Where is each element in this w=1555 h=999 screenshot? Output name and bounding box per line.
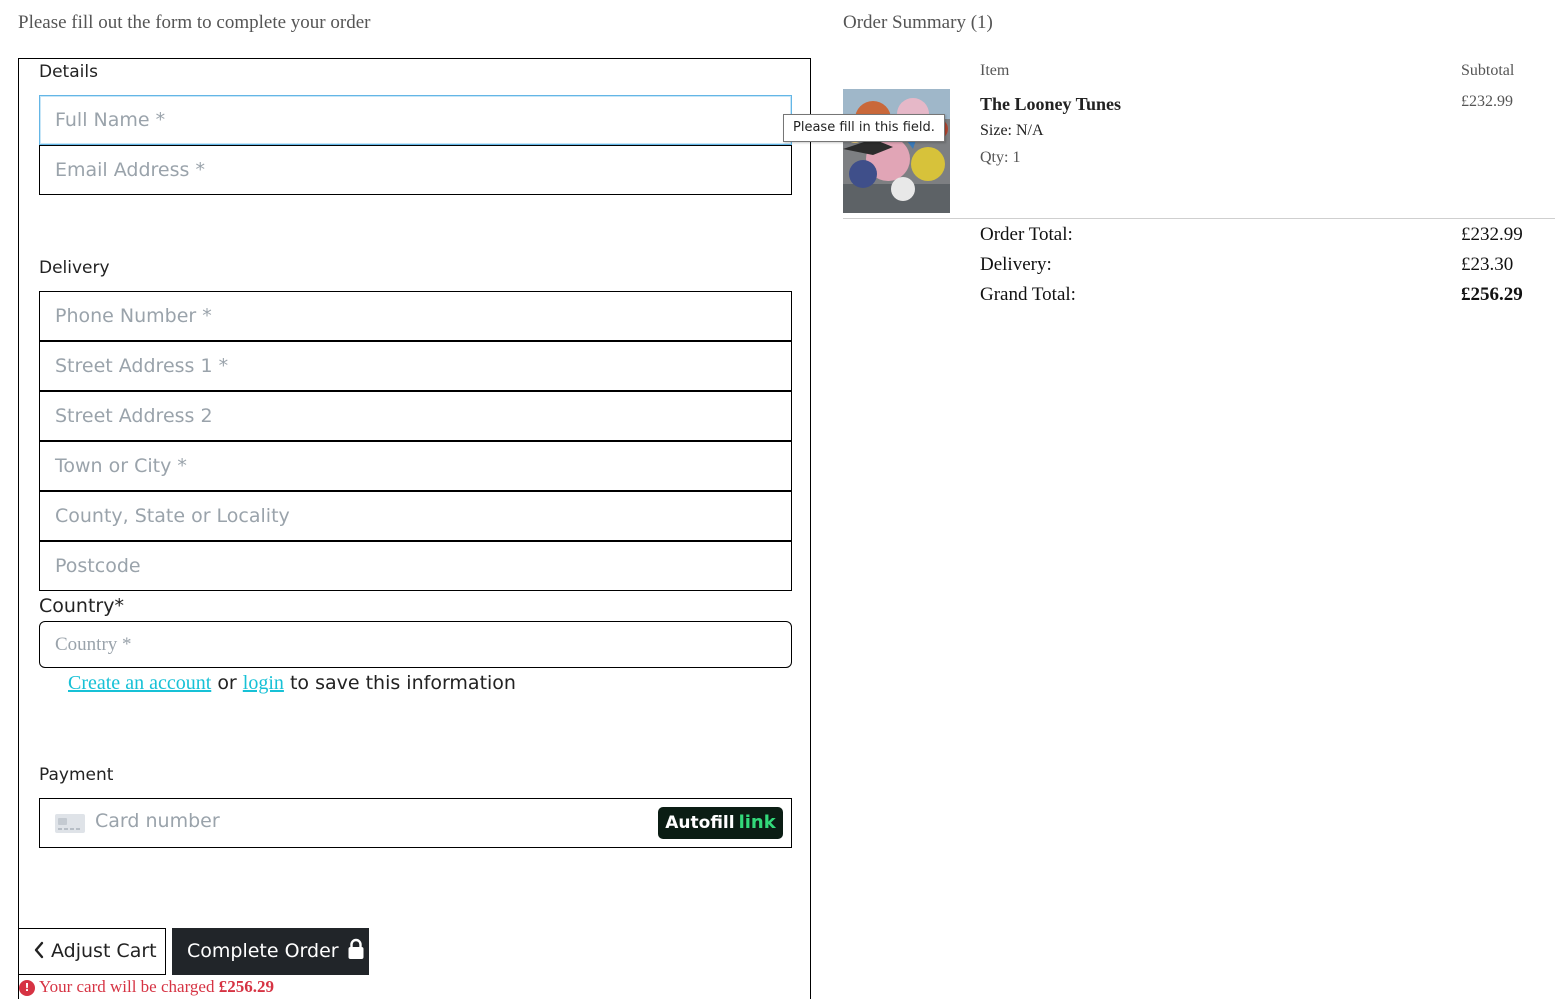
login-link[interactable]: login [243,672,284,694]
lock-icon [348,938,364,959]
delivery-label: Delivery: [980,254,1052,275]
save-info-text: Create an account or login to save this … [68,672,516,695]
create-account-link[interactable]: Create an account [68,672,211,694]
validation-tooltip: Please fill in this field. [783,114,945,142]
charge-warning-text: Your card will be charged [39,977,215,996]
adjust-cart-button[interactable]: Adjust Cart [18,928,166,975]
country-select[interactable]: Country * [39,621,792,668]
card-number-placeholder: Card number [95,810,220,832]
delivery-legend: Delivery [39,258,110,278]
payment-legend: Payment [39,765,114,785]
charge-warning: ! Your card will be charged £256.29 [19,977,274,997]
county-input[interactable]: County, State or Locality [39,491,792,541]
item-column-header: Item [980,62,1010,79]
details-legend: Details [39,62,98,82]
street-address-2-input[interactable]: Street Address 2 [39,391,792,441]
complete-order-button[interactable]: Complete Order [172,928,369,975]
order-total-value: £232.99 [1461,224,1523,245]
product-qty: Qty: 1 [980,149,1021,166]
charge-amount: £256.29 [218,977,274,996]
complete-order-label: Complete Order [187,940,339,962]
email-input[interactable]: Email Address * [39,145,792,195]
credit-card-icon [55,814,85,833]
form-intro: Please fill out the form to complete you… [18,12,371,33]
product-image [843,89,950,213]
product-size: Size: N/A [980,122,1044,139]
delivery-value: £23.30 [1461,254,1514,275]
save-info-or: or [217,672,237,694]
adjust-cart-label: Adjust Cart [51,940,157,962]
exclamation-circle-icon: ! [19,980,35,996]
street-address-1-input[interactable]: Street Address 1 * [39,341,792,391]
chevron-left-icon [34,941,44,959]
save-info-suffix: to save this information [289,672,516,694]
grand-total-value: £256.29 [1461,284,1523,305]
summary-divider [843,218,1555,219]
product-subtotal: £232.99 [1461,93,1513,110]
subtotal-column-header: Subtotal [1461,62,1515,79]
order-total-label: Order Total: [980,224,1073,245]
order-summary-heading: Order Summary (1) [843,12,993,33]
phone-input[interactable]: Phone Number * [39,291,792,341]
grand-total-label: Grand Total: [980,284,1076,305]
full-name-input[interactable]: Full Name * [39,95,792,145]
autofill-link-button[interactable]: Autofill link [658,807,783,839]
link-brand-label: link [738,812,776,833]
autofill-label: Autofill [665,813,735,833]
town-input[interactable]: Town or City * [39,441,792,491]
postcode-input[interactable]: Postcode [39,541,792,591]
product-name: The Looney Tunes [980,94,1122,114]
country-label: Country* [39,595,124,617]
